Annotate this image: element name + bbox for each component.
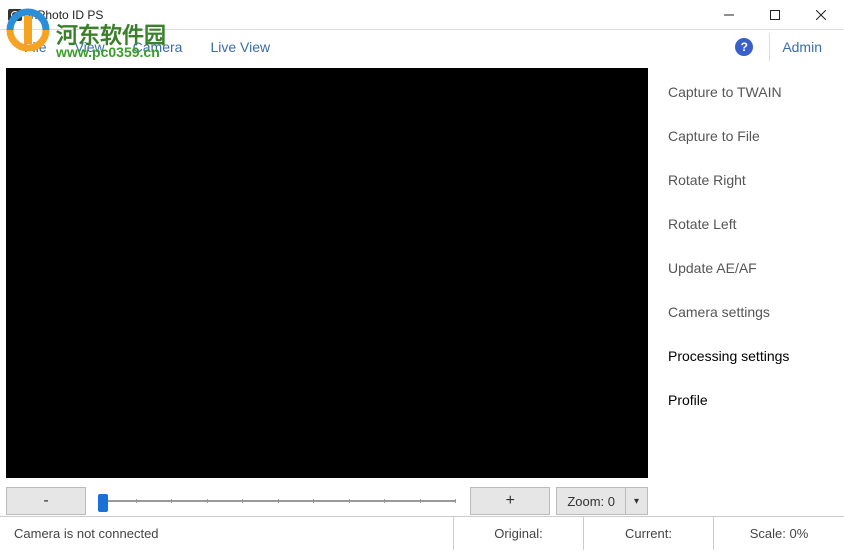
main-area: - + Zoom: 0 ▾ Capture to TWAIN Capture t… — [0, 64, 844, 516]
menu-liveview[interactable]: Live View — [196, 33, 284, 61]
status-scale: Scale: 0% — [714, 517, 844, 550]
help-icon[interactable]: ? — [735, 38, 753, 56]
action-rotate-right[interactable]: Rotate Right — [668, 172, 830, 188]
close-button[interactable] — [798, 0, 844, 30]
window-controls — [706, 0, 844, 30]
zoom-display: Zoom: 0 ▾ — [556, 487, 648, 515]
window-title: inPhoto ID PS — [28, 8, 103, 22]
action-camera-settings[interactable]: Camera settings — [668, 304, 830, 320]
preview-column: - + Zoom: 0 ▾ — [0, 64, 654, 516]
admin-link[interactable]: Admin — [769, 33, 834, 61]
menubar-right: ? Admin — [735, 33, 834, 61]
status-current: Current: — [584, 517, 714, 550]
menu-file[interactable]: File — [10, 33, 61, 61]
zoom-row: - + Zoom: 0 ▾ — [6, 486, 648, 516]
action-processing-settings[interactable]: Processing settings — [668, 348, 830, 364]
action-capture-file[interactable]: Capture to File — [668, 128, 830, 144]
menubar: File View Camera Live View ? Admin — [0, 30, 844, 64]
zoom-slider[interactable] — [92, 487, 464, 515]
action-update-aeaf[interactable]: Update AE/AF — [668, 260, 830, 276]
menu-view[interactable]: View — [61, 33, 119, 61]
slider-ticks — [100, 499, 456, 507]
camera-preview — [6, 68, 648, 478]
status-original: Original: — [454, 517, 584, 550]
side-panel: Capture to TWAIN Capture to File Rotate … — [654, 64, 844, 516]
minimize-icon — [724, 10, 734, 20]
slider-thumb[interactable] — [98, 494, 108, 512]
zoom-out-button[interactable]: - — [6, 487, 86, 515]
zoom-value: Zoom: 0 — [556, 487, 626, 515]
minimize-button[interactable] — [706, 0, 752, 30]
close-icon — [816, 10, 826, 20]
action-capture-twain[interactable]: Capture to TWAIN — [668, 84, 830, 100]
app-icon — [8, 9, 22, 21]
status-message: Camera is not connected — [0, 517, 454, 550]
action-rotate-left[interactable]: Rotate Left — [668, 216, 830, 232]
titlebar: inPhoto ID PS — [0, 0, 844, 30]
statusbar: Camera is not connected Original: Curren… — [0, 516, 844, 550]
action-profile[interactable]: Profile — [668, 392, 830, 408]
zoom-dropdown[interactable]: ▾ — [626, 487, 648, 515]
maximize-icon — [770, 10, 780, 20]
menu-camera[interactable]: Camera — [119, 33, 197, 61]
zoom-in-button[interactable]: + — [470, 487, 550, 515]
maximize-button[interactable] — [752, 0, 798, 30]
